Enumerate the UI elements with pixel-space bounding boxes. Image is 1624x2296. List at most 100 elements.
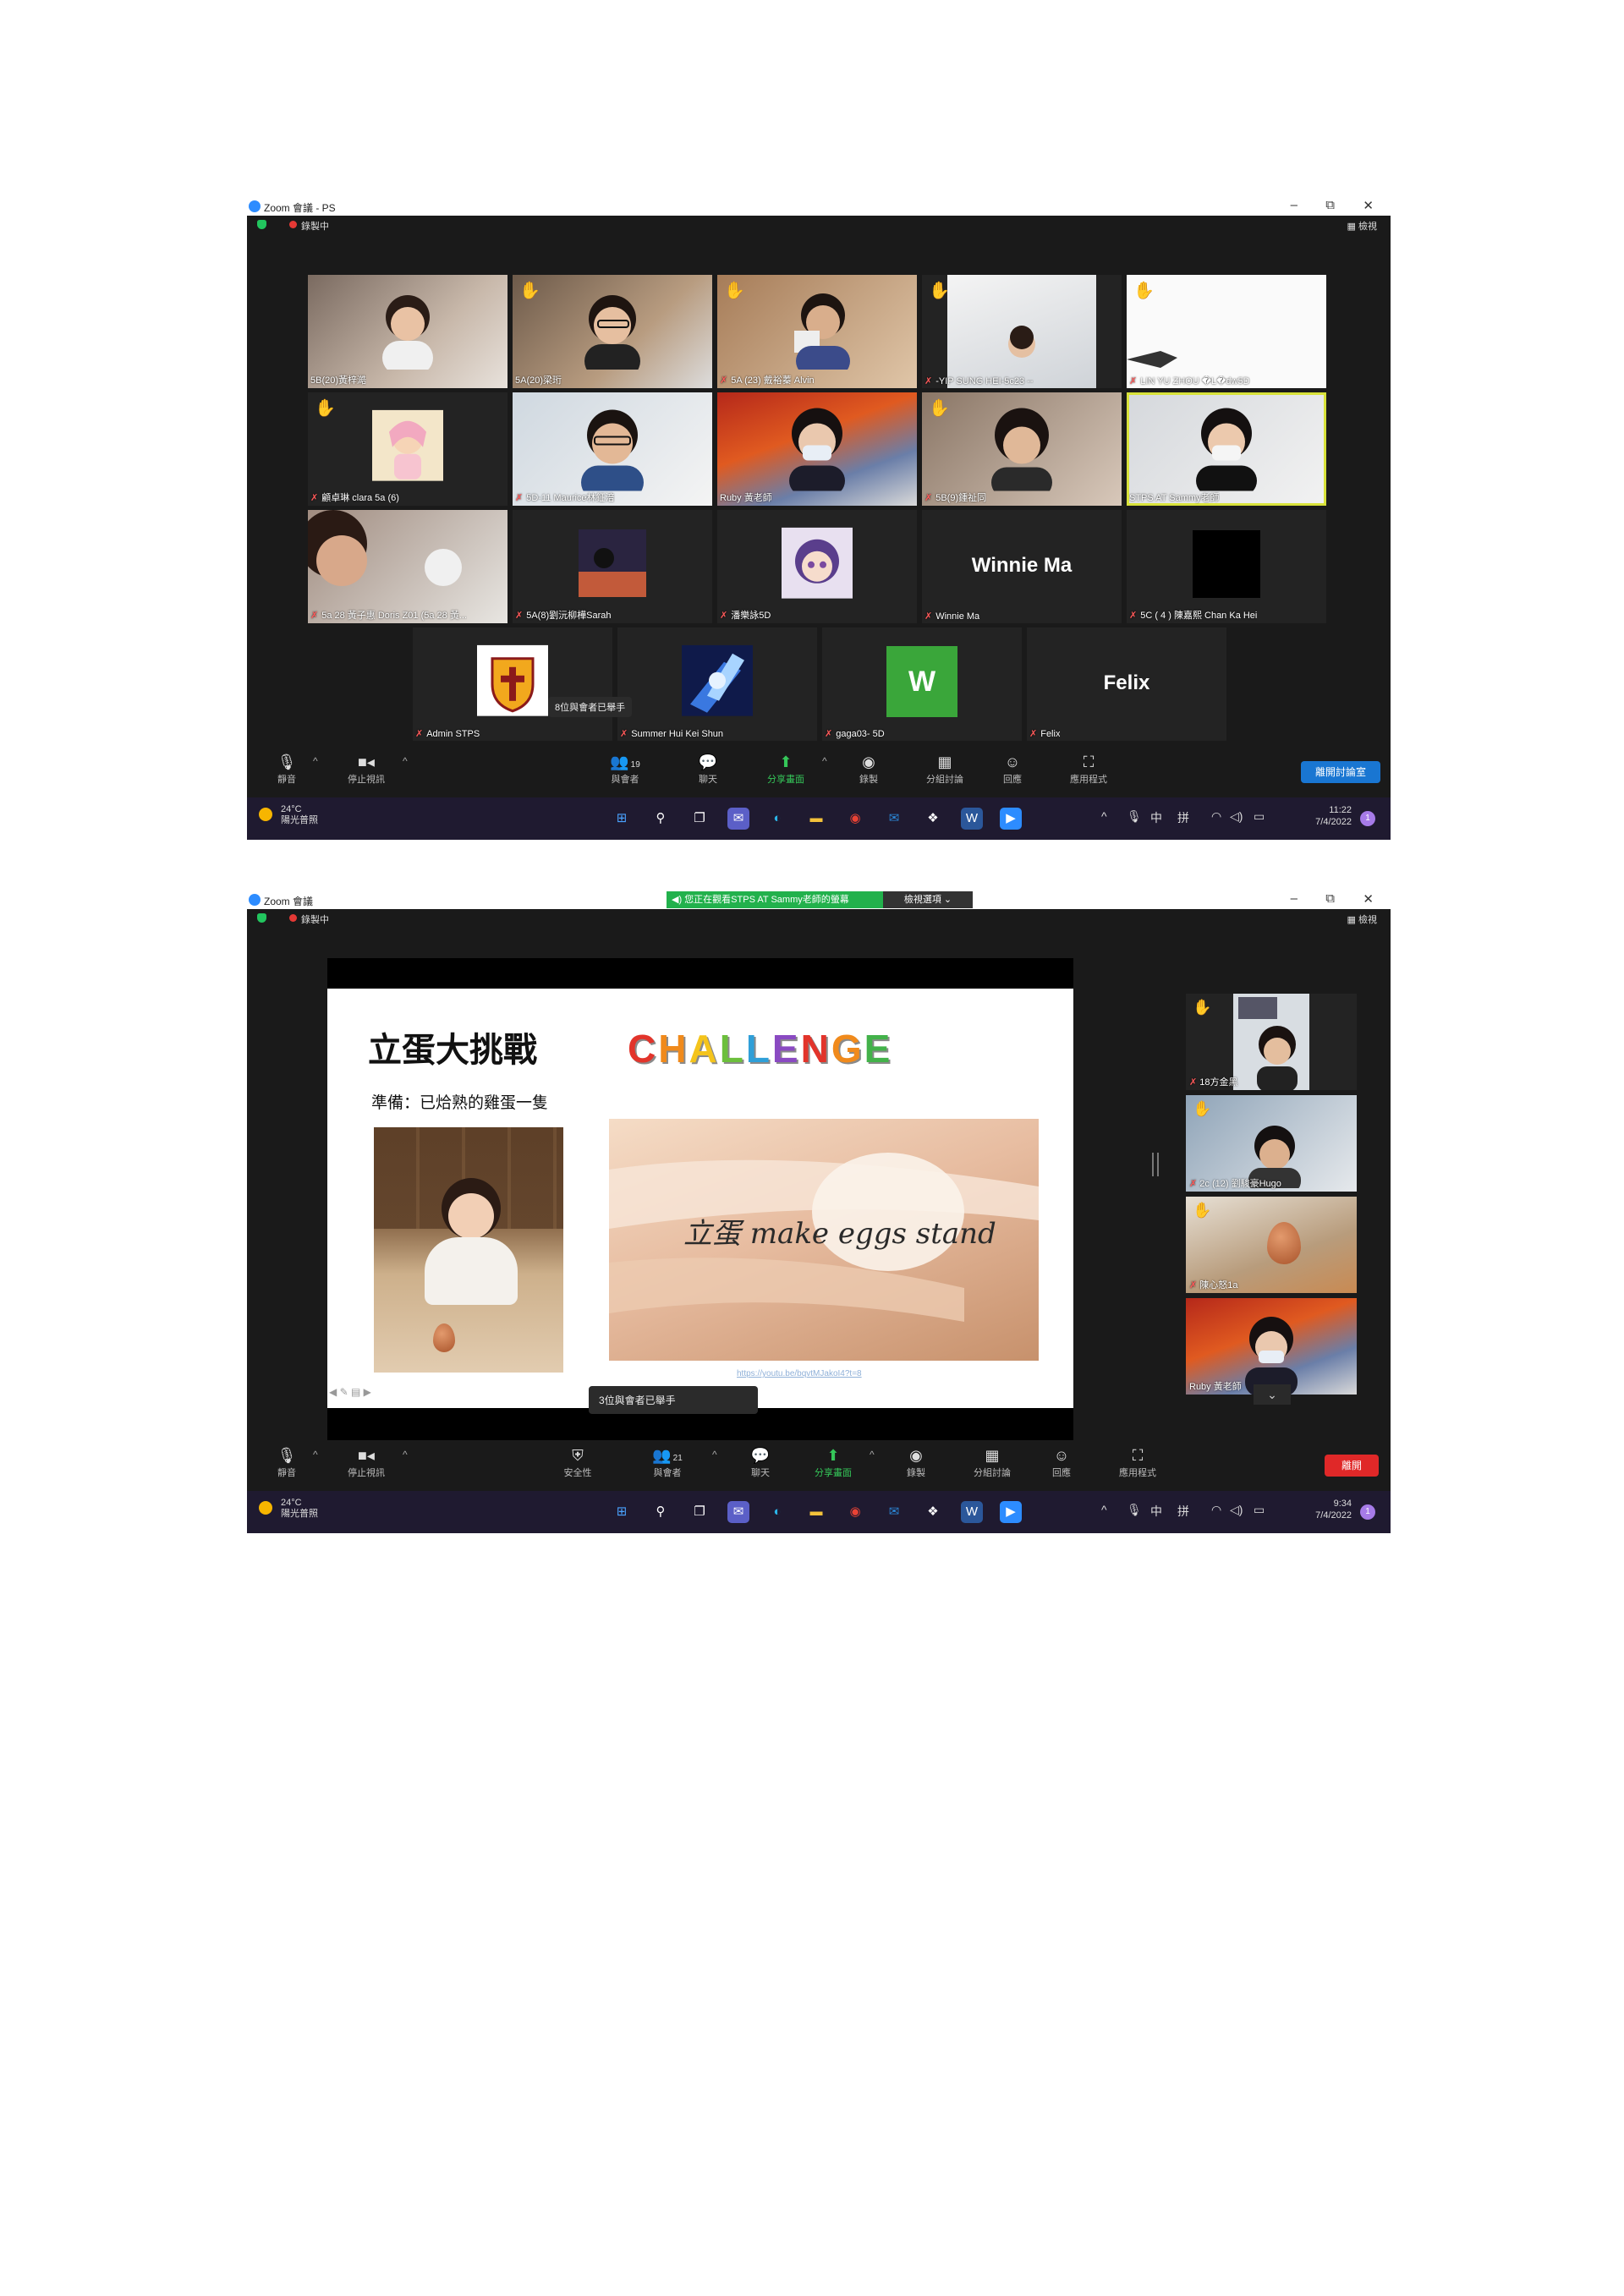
teams-chat-icon[interactable]: ✉ <box>727 1501 749 1523</box>
video-tile[interactable]: ✋ ✗ 顧卓琳 clara 5a (6) <box>308 392 508 506</box>
share-options-caret[interactable]: ^ <box>870 1449 875 1460</box>
zoom-taskbar-icon[interactable]: ▶ <box>1000 808 1022 830</box>
notification-badge[interactable]: 1 <box>1360 811 1375 826</box>
participants-options-caret[interactable]: ^ <box>712 1449 717 1460</box>
reactions-button[interactable]: ☺ 回應 <box>983 752 1042 786</box>
taskbar-clock[interactable]: 9:34 7/4/2022 <box>1315 1498 1352 1521</box>
egg-video[interactable]: 立蛋 make eggs stand <box>609 1119 1039 1361</box>
video-options-caret[interactable]: ^ <box>403 755 408 767</box>
video-tile[interactable]: ✗ 5C ( 4 ) 陳嘉熙 Chan Ka Hei <box>1127 510 1326 623</box>
video-tile[interactable]: Felix ✗ Felix <box>1027 627 1226 741</box>
video-tile[interactable]: ✋ 5A(20)梁珩 <box>513 275 712 388</box>
share-options-caret[interactable]: ^ <box>822 755 827 767</box>
side-video-tile[interactable]: ✋ ✗ 陳心怒1a <box>1186 1197 1357 1293</box>
view-options-button[interactable]: 檢視選項 ⌄ <box>883 891 973 908</box>
zoom-taskbar-icon[interactable]: ▶ <box>1000 1501 1022 1523</box>
video-tile[interactable]: ✋ ✗ 5A (23) 戴裕蓁 Alvin <box>717 275 917 388</box>
volume-icon[interactable]: ◁) <box>1230 809 1243 824</box>
side-video-tile[interactable]: Ruby 黃老師 <box>1186 1298 1357 1395</box>
security-button[interactable]: ⛨ 安全性 <box>548 1445 607 1479</box>
mute-button[interactable]: 🎙 靜音 <box>257 752 316 786</box>
chat-button[interactable]: 💬 聊天 <box>678 752 738 786</box>
share-screen-button[interactable]: ⬆ 分享畫面 <box>804 1445 863 1479</box>
participants-button[interactable]: 👥 19 與會者 <box>595 752 655 786</box>
video-tile[interactable]: ✋ ✗ -YIP SUNG HEI-5c23 -- <box>922 275 1122 388</box>
ime-pinyin[interactable]: 拼 <box>1177 1503 1189 1520</box>
record-button[interactable]: ◉ 錄製 <box>839 752 898 786</box>
video-tile[interactable]: ✗ 潘樂詠5D <box>717 510 917 623</box>
battery-icon[interactable]: ▭ <box>1254 809 1265 824</box>
security-shield-icon[interactable] <box>257 220 266 229</box>
video-tile[interactable]: 5B(20)黃梓澔 <box>308 275 508 388</box>
record-button[interactable]: ◉ 錄製 <box>886 1445 946 1479</box>
security-shield-icon[interactable] <box>257 913 266 923</box>
share-screen-button[interactable]: ⬆ 分享畫面 <box>756 752 815 786</box>
video-tile[interactable]: ✋ ✗ 5B(9)鍾祉同 <box>922 392 1122 506</box>
tray-expand-icon[interactable]: ^ <box>1101 1503 1107 1516</box>
teams-chat-icon[interactable]: ✉ <box>727 808 749 830</box>
restore-button[interactable]: ⧉ <box>1325 198 1335 212</box>
video-tile[interactable]: Ruby 黃老師 <box>717 392 917 506</box>
dropbox-icon[interactable]: ❖ <box>922 1501 944 1523</box>
close-button[interactable]: ✕ <box>1363 891 1374 907</box>
reactions-button[interactable]: ☺ 回應 <box>1032 1445 1091 1479</box>
side-video-tile[interactable]: ✋ ✗ 2c (12) 劉駿豪Hugo <box>1186 1095 1357 1192</box>
view-button[interactable]: ▦ 檢視 <box>1347 219 1377 233</box>
apps-button[interactable]: ⛶ 應用程式 <box>1059 752 1118 786</box>
edge-icon[interactable]: ◐ <box>766 808 788 830</box>
mail-icon[interactable]: ✉ <box>883 1501 905 1523</box>
breakout-rooms-button[interactable]: ▦ 分組討論 <box>915 752 974 786</box>
search-icon[interactable]: ⚲ <box>650 1501 672 1523</box>
stop-video-button[interactable]: ■◂ 停止視訊 <box>337 1445 396 1479</box>
wifi-icon[interactable]: ◠ <box>1211 1503 1221 1517</box>
taskbar-clock[interactable]: 11:22 7/4/2022 <box>1315 804 1352 828</box>
video-options-caret[interactable]: ^ <box>403 1449 408 1460</box>
leave-button[interactable]: 離開 <box>1325 1455 1379 1477</box>
mute-button[interactable]: 🎙 靜音 <box>257 1445 316 1479</box>
edge-icon[interactable]: ◐ <box>766 1501 788 1523</box>
word-icon[interactable]: W <box>961 1501 983 1523</box>
chat-button[interactable]: 💬 聊天 <box>731 1445 790 1479</box>
video-tile[interactable]: ✋ ✗ LIN YU ZHOU �L�dw5D <box>1127 275 1326 388</box>
view-button[interactable]: ▦ 檢視 <box>1347 912 1377 926</box>
participants-button[interactable]: 👥 21 與會者 <box>638 1445 697 1479</box>
start-icon[interactable]: ⊞ <box>611 1501 633 1523</box>
mail-icon[interactable]: ✉ <box>883 808 905 830</box>
wifi-icon[interactable]: ◠ <box>1211 809 1221 824</box>
word-icon[interactable]: W <box>961 808 983 830</box>
video-tile[interactable]: ✗ Admin STPS <box>413 627 612 741</box>
slide-navigation[interactable]: ◀ ✎ ▤ ▶ <box>329 1386 371 1398</box>
chrome-icon[interactable]: ◉ <box>844 1501 866 1523</box>
breakout-rooms-button[interactable]: ▦ 分組討論 <box>963 1445 1022 1479</box>
close-button[interactable]: ✕ <box>1363 198 1374 213</box>
ime-pinyin[interactable]: 拼 <box>1177 809 1189 826</box>
side-video-tile[interactable]: ✋ ✗ 18方金黑 <box>1186 994 1357 1090</box>
file-explorer-icon[interactable]: ▬ <box>805 1501 827 1523</box>
start-icon[interactable]: ⊞ <box>611 808 633 830</box>
volume-icon[interactable]: ◁) <box>1230 1503 1243 1517</box>
task-view-icon[interactable]: ❐ <box>689 1501 710 1523</box>
minimize-button[interactable]: – <box>1291 198 1298 212</box>
audio-options-caret[interactable]: ^ <box>313 755 318 767</box>
restore-button[interactable]: ⧉ <box>1325 891 1335 906</box>
file-explorer-icon[interactable]: ▬ <box>805 808 827 830</box>
audio-options-caret[interactable]: ^ <box>313 1449 318 1460</box>
tray-expand-icon[interactable]: ^ <box>1101 809 1107 823</box>
minimize-button[interactable]: – <box>1291 891 1298 906</box>
active-speaker-tile[interactable]: STPS AT Sammy老師 <box>1127 392 1326 506</box>
video-tile[interactable]: ✗ 5D-11 Maurice林鉦涪 <box>513 392 712 506</box>
ime-chinese[interactable]: 中 <box>1150 809 1162 826</box>
search-icon[interactable]: ⚲ <box>650 808 672 830</box>
leave-room-button[interactable]: 離開討論室 <box>1301 761 1380 783</box>
video-tile[interactable]: Winnie Ma ✗ Winnie Ma <box>922 510 1122 623</box>
stop-video-button[interactable]: ■◂ 停止視訊 <box>337 752 396 786</box>
video-tile[interactable]: ✗ Summer Hui Kei Shun <box>617 627 817 741</box>
youtube-link[interactable]: https://youtu.be/bqvtMJakoI4?t=8 <box>737 1369 862 1378</box>
panel-resize-handle[interactable] <box>1152 1153 1159 1176</box>
dropbox-icon[interactable]: ❖ <box>922 808 944 830</box>
task-view-icon[interactable]: ❐ <box>689 808 710 830</box>
scroll-down-button[interactable]: ⌄ <box>1254 1384 1291 1405</box>
video-tile[interactable]: ✗ 5A(8)劉沅柳樺Sarah <box>513 510 712 623</box>
battery-icon[interactable]: ▭ <box>1254 1503 1265 1517</box>
video-tile[interactable]: W ✗ gaga03- 5D <box>822 627 1022 741</box>
